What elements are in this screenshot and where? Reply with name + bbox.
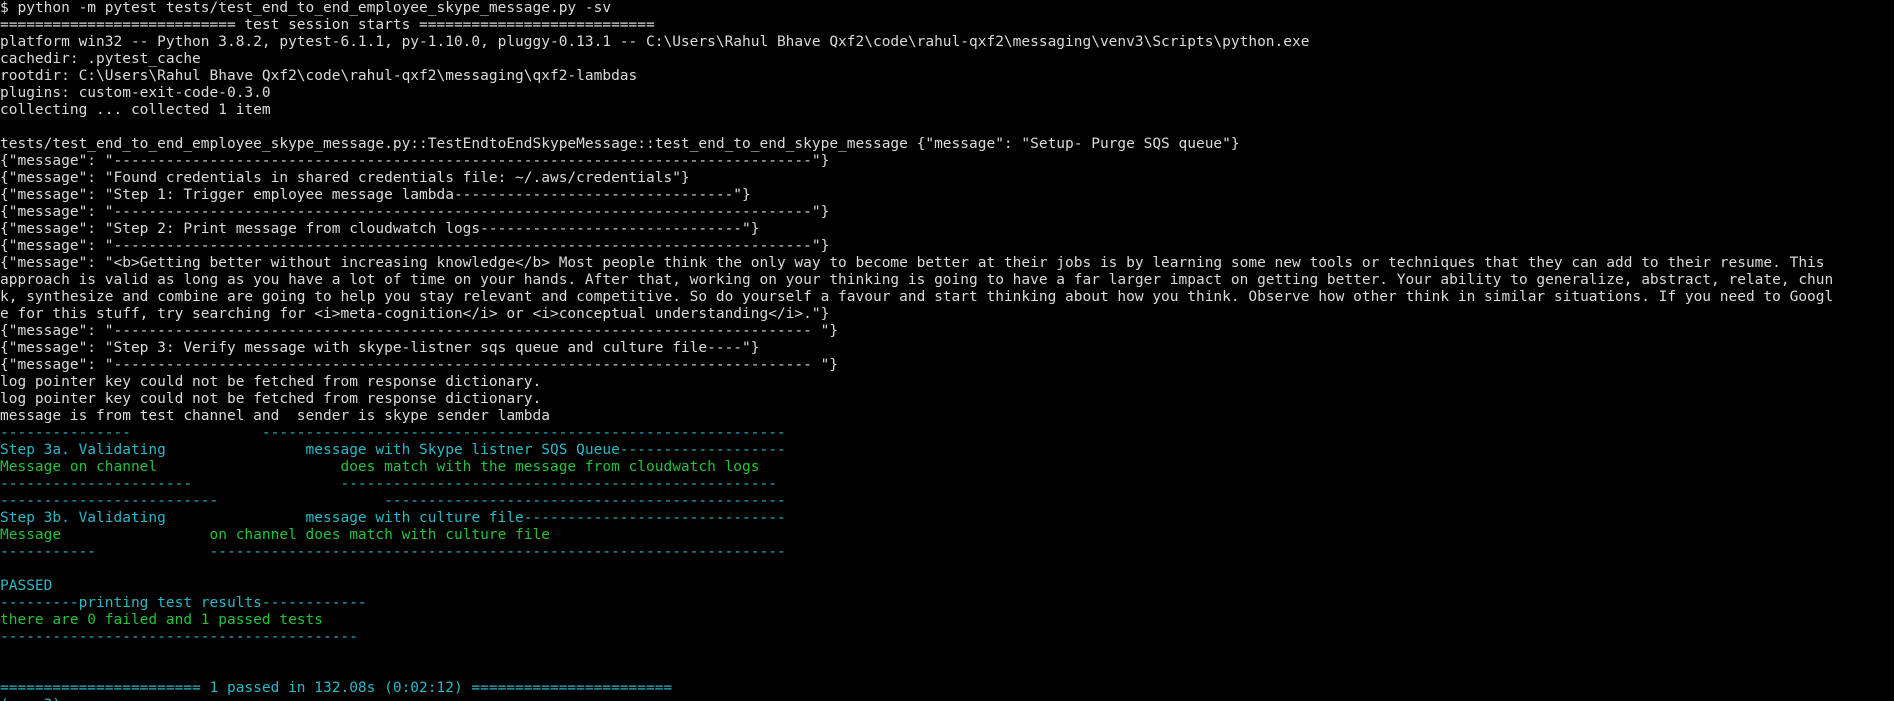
- terminal-line: {"message": "---------------------------…: [0, 204, 830, 220]
- terminal-line: ------------------------- --------------…: [0, 493, 786, 509]
- terminal-line: platform win32 -- Python 3.8.2, pytest-6…: [0, 34, 1310, 50]
- terminal-line: ----------- ----------------------------…: [0, 544, 786, 560]
- terminal-line: {"message": "---------------------------…: [0, 238, 830, 254]
- terminal-line: ======================= 1 passed in 132.…: [0, 680, 673, 696]
- terminal-line: plugins: custom-exit-code-0.3.0: [0, 85, 271, 101]
- terminal-line: $ python -m pytest tests/test_end_to_end…: [0, 0, 612, 16]
- terminal-line: =========================== test session…: [0, 17, 655, 33]
- terminal-line: message is from test channel and sender …: [0, 408, 550, 424]
- terminal-line: {"message": "Step 1: Trigger employee me…: [0, 187, 751, 203]
- terminal-line: Message on channel does match with cultu…: [0, 527, 550, 543]
- terminal-line: {"message": "Found credentials in shared…: [0, 170, 690, 186]
- terminal-line: log pointer key could not be fetched fro…: [0, 391, 542, 407]
- terminal-line: Step 3a. Validating message with Skype l…: [0, 442, 786, 458]
- terminal-line: k, synthesize and combine are going to h…: [0, 289, 1834, 305]
- terminal-line: rootdir: C:\Users\Rahul Bhave Qxf2\code\…: [0, 68, 638, 84]
- terminal-window[interactable]: $ python -m pytest tests/test_end_to_end…: [0, 0, 1894, 701]
- terminal-line: PASSED: [0, 578, 53, 594]
- terminal-line: {"message": "Step 2: Print message from …: [0, 221, 760, 237]
- terminal-line: {"message": "---------------------------…: [0, 357, 839, 373]
- terminal-line: e for this stuff, try searching for <i>m…: [0, 306, 830, 322]
- terminal-line: Step 3b. Validating message with culture…: [0, 510, 786, 526]
- terminal-line: collecting ... collected 1 item: [0, 102, 271, 118]
- terminal-line: ----------------------------------------…: [0, 629, 358, 645]
- terminal-line: log pointer key could not be fetched fro…: [0, 374, 542, 390]
- terminal-line: {"message": "<b>Getting better without i…: [0, 255, 1825, 271]
- terminal-line: --------------- ------------------------…: [0, 425, 786, 441]
- terminal-line: there are 0 failed and 1 passed tests: [0, 612, 324, 628]
- terminal-line: (venv3): [0, 697, 61, 701]
- terminal-line: ---------printing test results----------…: [0, 595, 367, 611]
- terminal-line: ---------------------- -----------------…: [0, 476, 777, 492]
- terminal-line: {"message": "---------------------------…: [0, 153, 830, 169]
- terminal-line: approach is valid as long as you have a …: [0, 272, 1834, 288]
- terminal-line: {"message": "Step 3: Verify message with…: [0, 340, 760, 356]
- terminal-line: Message on channel does match with the m…: [0, 459, 760, 475]
- terminal-line: {"message": "---------------------------…: [0, 323, 839, 339]
- terminal-line: cachedir: .pytest_cache: [0, 51, 201, 67]
- terminal-line: tests/test_end_to_end_employee_skype_mes…: [0, 136, 1240, 152]
